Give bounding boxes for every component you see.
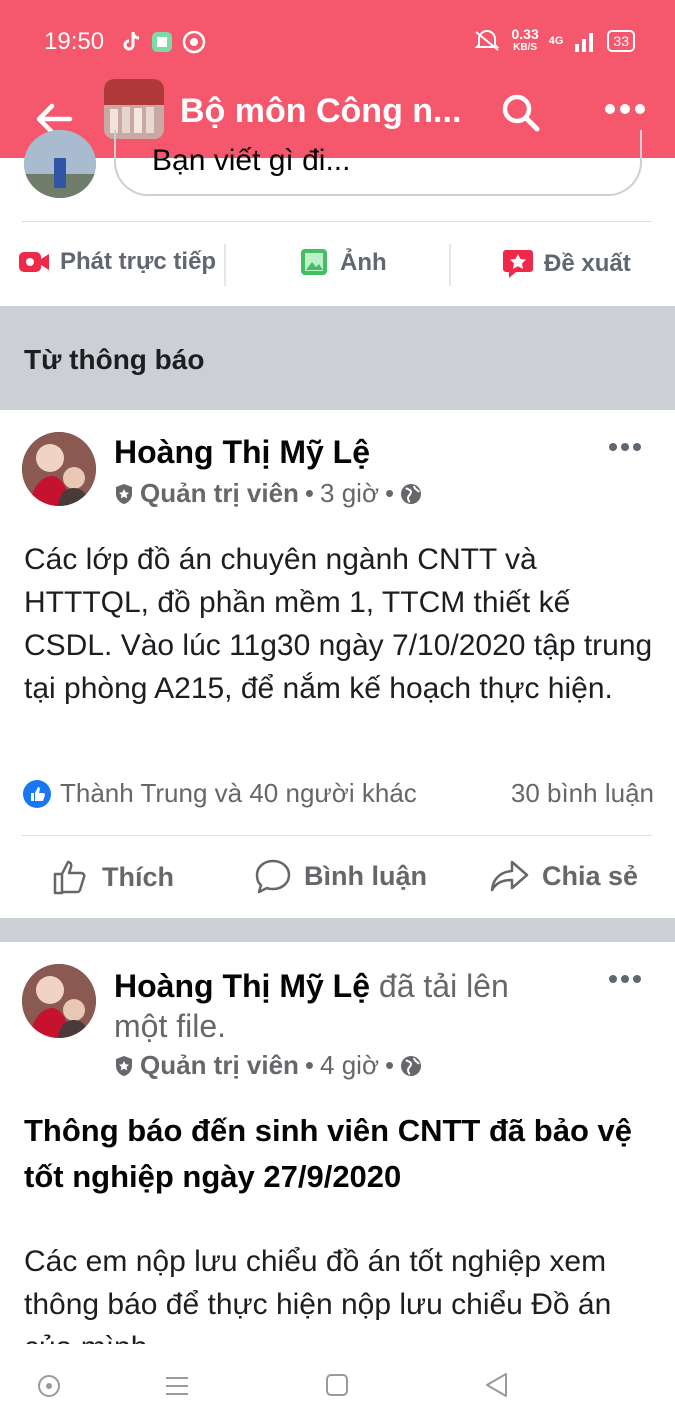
status-system-icons: 0.33 KB/S 4G 33	[473, 26, 635, 54]
network-type: 4G	[548, 35, 564, 47]
live-video-icon	[19, 252, 49, 272]
globe-icon	[401, 1055, 422, 1076]
share-button[interactable]: Chia sẻ	[490, 858, 638, 894]
menu-nav-icon[interactable]	[164, 1375, 190, 1397]
post-author-name[interactable]: Hoàng Thị Mỹ Lệ	[114, 968, 370, 1004]
composer-user-avatar[interactable]	[24, 130, 96, 198]
post-separator	[0, 918, 675, 942]
post-time[interactable]: 4 giờ	[320, 1050, 379, 1081]
post-author-role: Quản trị viên	[140, 1050, 299, 1080]
network-speed: 0.33 KB/S	[511, 26, 539, 53]
post-author-line: Hoàng Thị Mỹ Lệ đã tải lên một file.	[114, 966, 509, 1046]
meta-separator: •	[385, 1050, 395, 1080]
post-meta: Quản trị viên • 3 giờ •	[114, 478, 422, 509]
meta-separator: •	[304, 1050, 315, 1080]
search-icon[interactable]	[500, 92, 540, 132]
like-button[interactable]: Thích	[52, 858, 174, 896]
composer-input[interactable]: Bạn viết gì đi...	[114, 130, 642, 196]
status-bar: 19:50 0.33 KB/S 4G 33	[0, 0, 675, 80]
status-time: 19:50	[44, 28, 105, 55]
reaction-summary[interactable]: Thành Trung và 40 người khác	[22, 778, 417, 809]
comment-icon	[255, 859, 291, 894]
photo-button[interactable]: Ảnh	[298, 248, 387, 278]
post-title: Thông báo đến sinh viên CNTT đã bảo vệ t…	[24, 1113, 632, 1194]
live-video-button[interactable]: Phát trực tiếp	[18, 248, 216, 276]
like-reaction-icon	[23, 779, 51, 808]
post-time[interactable]: 3 giờ	[320, 478, 379, 509]
comment-count[interactable]: 30 bình luận	[511, 778, 654, 809]
post-body-text: Các lớp đồ án chuyên ngành CNTT và HTTTQ…	[24, 543, 653, 705]
app-notification-icon	[152, 32, 172, 52]
mute-icon	[475, 30, 500, 51]
thumbs-up-icon	[53, 860, 86, 895]
share-icon	[490, 860, 529, 892]
meta-separator: •	[385, 478, 395, 508]
post-meta: Quản trị viên • 4 giờ •	[114, 1050, 422, 1081]
signal-icon	[575, 33, 594, 52]
meta-separator: •	[304, 478, 315, 508]
post-reactions-bar[interactable]: Thành Trung và 40 người khác 30 bình luậ…	[22, 778, 654, 812]
announcements-section-header: Từ thông báo	[0, 306, 675, 410]
admin-badge-icon	[116, 1055, 132, 1076]
post-author-avatar[interactable]	[22, 964, 96, 1038]
post-action-text: đã tải lên	[370, 968, 509, 1004]
tiktok-icon	[123, 31, 140, 51]
suggest-icon	[503, 250, 533, 278]
assistant-nav-icon[interactable]	[36, 1373, 62, 1399]
system-navigation-bar	[0, 1345, 675, 1425]
post-author-avatar[interactable]	[22, 432, 96, 506]
home-nav-icon[interactable]	[325, 1373, 349, 1397]
post-action-text-continued: một file.	[114, 1008, 227, 1044]
globe-icon	[401, 483, 422, 504]
photo-icon	[301, 249, 327, 275]
more-options-icon[interactable]	[604, 102, 646, 116]
divider	[22, 221, 652, 222]
post-author-name[interactable]: Hoàng Thị Mỹ Lệ	[114, 434, 370, 471]
action-separator	[449, 244, 451, 286]
post-author-role: Quản trị viên	[140, 478, 299, 508]
action-separator	[224, 244, 226, 286]
section-title: Từ thông báo	[24, 344, 205, 375]
post-options-icon[interactable]	[608, 974, 642, 984]
comment-button[interactable]: Bình luận	[254, 858, 427, 894]
post-body-text: Các em nộp lưu chiểu đồ án tốt nghiệp xe…	[24, 1245, 612, 1344]
browser-notification-icon	[182, 30, 206, 54]
battery-level: 33	[607, 30, 635, 52]
post-options-icon[interactable]	[608, 442, 642, 452]
divider	[22, 835, 652, 836]
status-notification-icons	[120, 30, 206, 54]
page-title: Bộ môn Công n...	[180, 92, 462, 130]
admin-badge-icon	[116, 483, 132, 504]
suggest-button[interactable]: Đề xuất	[502, 248, 631, 280]
post-action-row: Thích Bình luận Chia sẻ	[0, 848, 675, 908]
composer-placeholder: Bạn viết gì đi...	[152, 144, 351, 177]
back-nav-icon[interactable]	[484, 1371, 510, 1399]
